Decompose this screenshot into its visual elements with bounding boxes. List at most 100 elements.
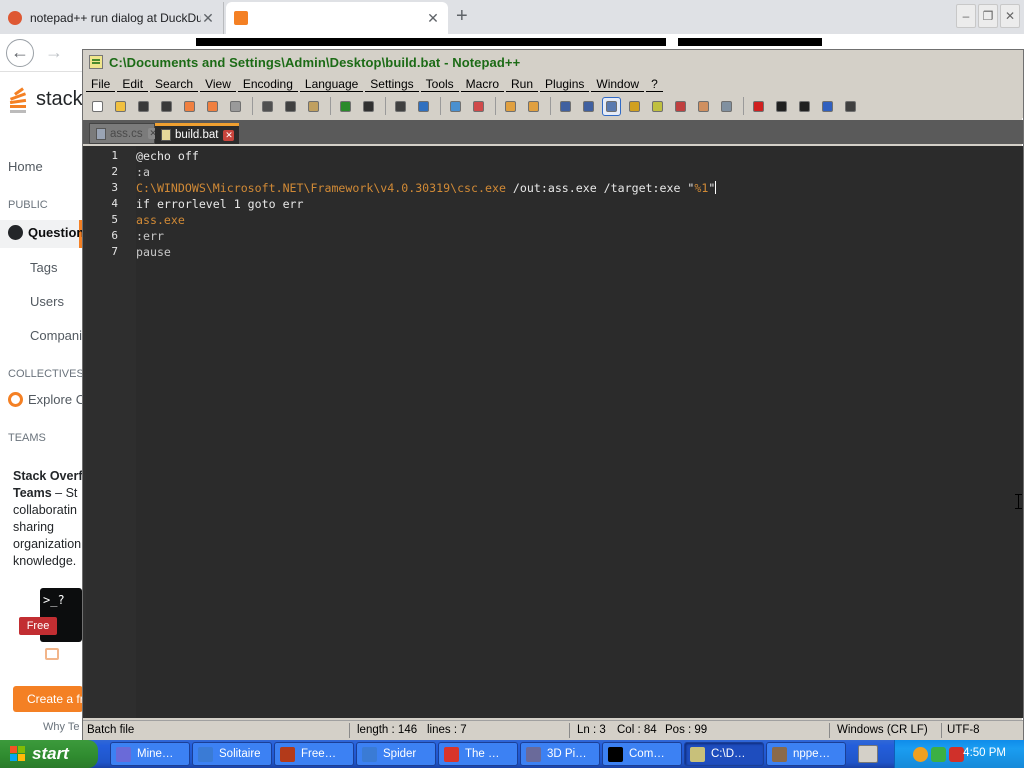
task-app-icon [362, 746, 377, 762]
sync-vertical-icon[interactable] [502, 98, 519, 115]
new-file-icon[interactable] [89, 98, 106, 115]
undo-icon[interactable] [337, 98, 354, 115]
menu-file[interactable]: File [86, 77, 116, 92]
paste-icon[interactable] [305, 98, 322, 115]
menu-settings[interactable]: Settings [365, 77, 419, 92]
why-teams-link[interactable]: Why Te [43, 721, 79, 733]
show-all-chars-icon[interactable] [580, 98, 597, 115]
monitoring-icon[interactable] [718, 98, 735, 115]
cut-icon[interactable] [259, 98, 276, 115]
function-list-icon[interactable] [672, 98, 689, 115]
stackoverflow-logo[interactable]: stack [8, 84, 83, 114]
clock[interactable]: 4:50 PM [963, 747, 1006, 759]
menu-search[interactable]: Search [150, 77, 199, 92]
browser-tab-duckduckgo[interactable]: notepad++ run dialog at DuckDuc ✕ [0, 2, 224, 34]
find-icon[interactable] [392, 98, 409, 115]
code-area[interactable]: @echo off:a C:\WINDOWS\Microsoft.NET\Fram… [136, 146, 1023, 718]
nav-explore-collectives[interactable]: Explore C [8, 392, 85, 407]
sync-horizontal-icon[interactable] [525, 98, 542, 115]
close-tab-icon[interactable]: ✕ [201, 10, 215, 27]
npp-titlebar[interactable]: C:\Documents and Settings\Admin\Desktop\… [83, 50, 1023, 74]
restore-button[interactable]: ❐ [978, 4, 998, 28]
close-icon[interactable] [181, 98, 198, 115]
zoom-out-icon[interactable] [470, 98, 487, 115]
menu-encoding[interactable]: Encoding [237, 77, 298, 92]
file-tab-ass-cs[interactable]: ass.cs ✕ [89, 123, 159, 144]
npp-statusbar: Batch file length : 146 lines : 7 Ln : 3… [83, 720, 1023, 740]
taskbar-task[interactable]: nppe… [766, 742, 846, 766]
taskbar-task[interactable]: Solitaire [192, 742, 272, 766]
back-button[interactable]: ← [6, 39, 34, 67]
windows-taskbar: start Mine… Solitaire Free… Spider The … 3D P… [0, 740, 1024, 768]
folder-workspace-icon[interactable] [695, 98, 712, 115]
close-tab-icon[interactable]: ✕ [223, 129, 235, 141]
close-tab-icon[interactable]: ✕ [426, 10, 440, 27]
taskbar-task[interactable]: Com… [602, 742, 682, 766]
menu-help[interactable]: ? [646, 77, 663, 92]
code-token: ass.exe [136, 213, 185, 227]
minimize-button[interactable]: – [956, 4, 976, 28]
taskbar-task[interactable]: C:\D… [684, 742, 764, 766]
code-line[interactable]: C:\WINDOWS\Microsoft.NET\Framework\v4.0.… [136, 180, 717, 196]
browser-tab-stackoverflow[interactable]: ✕ [226, 2, 448, 34]
nav-home[interactable]: Home [8, 159, 43, 174]
save-macro-icon[interactable] [842, 98, 859, 115]
forward-button[interactable]: → [40, 39, 68, 67]
stop-macro-icon[interactable] [773, 98, 790, 115]
doc-map-icon[interactable] [649, 98, 666, 115]
menu-run[interactable]: Run [506, 77, 539, 92]
create-team-button[interactable]: Create a fr [13, 686, 83, 712]
collectives-heading: COLLECTIVES [8, 368, 84, 380]
taskbar-task[interactable]: 3D Pi… [520, 742, 600, 766]
save-all-icon[interactable] [158, 98, 175, 115]
code-line[interactable]: @echo off [136, 148, 199, 164]
taskbar-task[interactable]: Spider [356, 742, 436, 766]
menu-macro[interactable]: Macro [460, 77, 505, 92]
redo-icon[interactable] [360, 98, 377, 115]
taskbar-task[interactable]: Free… [274, 742, 354, 766]
zoom-in-icon[interactable] [447, 98, 464, 115]
language-bar-keyboard-icon[interactable] [858, 745, 878, 763]
nav-companies[interactable]: Compani [30, 328, 82, 343]
taskbar-task[interactable]: The … [438, 742, 518, 766]
nav-tags[interactable]: Tags [30, 260, 57, 275]
file-tab-build-bat[interactable]: build.bat ✕ [155, 123, 239, 144]
print-icon[interactable] [227, 98, 244, 115]
code-line[interactable]: :a [136, 164, 150, 180]
menu-view[interactable]: View [200, 77, 236, 92]
security-shield-icon[interactable] [949, 746, 964, 762]
menu-tools[interactable]: Tools [420, 77, 459, 92]
taskbar-task[interactable]: Mine… [110, 742, 190, 766]
save-icon[interactable] [135, 98, 152, 115]
play-macro-icon[interactable] [796, 98, 813, 115]
nav-users[interactable]: Users [30, 294, 64, 309]
code-line[interactable]: if errorlevel 1 goto err [136, 196, 304, 212]
word-wrap-icon[interactable] [557, 98, 574, 115]
menu-plugins[interactable]: Plugins [540, 77, 590, 92]
menu-edit[interactable]: Edit [117, 77, 149, 92]
network-tray-icon[interactable] [931, 746, 946, 762]
indent-guide-icon[interactable] [602, 96, 621, 116]
task-app-icon [198, 746, 213, 762]
code-token: @echo off [136, 149, 199, 163]
search-tray-icon[interactable] [913, 746, 928, 762]
line-number: 7 [111, 245, 118, 258]
menu-window[interactable]: Window [591, 77, 645, 92]
menu-language[interactable]: Language [299, 77, 364, 92]
code-line[interactable]: pause [136, 244, 171, 260]
run-macro-multiple-icon[interactable] [819, 98, 836, 115]
new-tab-button[interactable]: + [456, 6, 468, 26]
copy-icon[interactable] [282, 98, 299, 115]
record-macro-icon[interactable] [750, 98, 767, 115]
start-button[interactable]: start [0, 740, 98, 768]
npp-editor[interactable]: 1 2 3 4 5 6 7 @echo off:a C:\WINDOWS\Microsoft.… [83, 146, 1023, 718]
npp-file-tabs: ass.cs ✕ build.bat ✕ [83, 120, 1023, 144]
close-all-icon[interactable] [204, 98, 221, 115]
code-line[interactable]: :err [136, 228, 164, 244]
code-token: /out:ass.exe /target:exe " [505, 181, 695, 195]
code-line[interactable]: ass.exe [136, 212, 185, 228]
replace-icon[interactable] [415, 98, 432, 115]
user-lang-icon[interactable] [626, 98, 643, 115]
open-file-icon[interactable] [112, 98, 129, 115]
close-window-button[interactable]: ✕ [1000, 4, 1020, 28]
